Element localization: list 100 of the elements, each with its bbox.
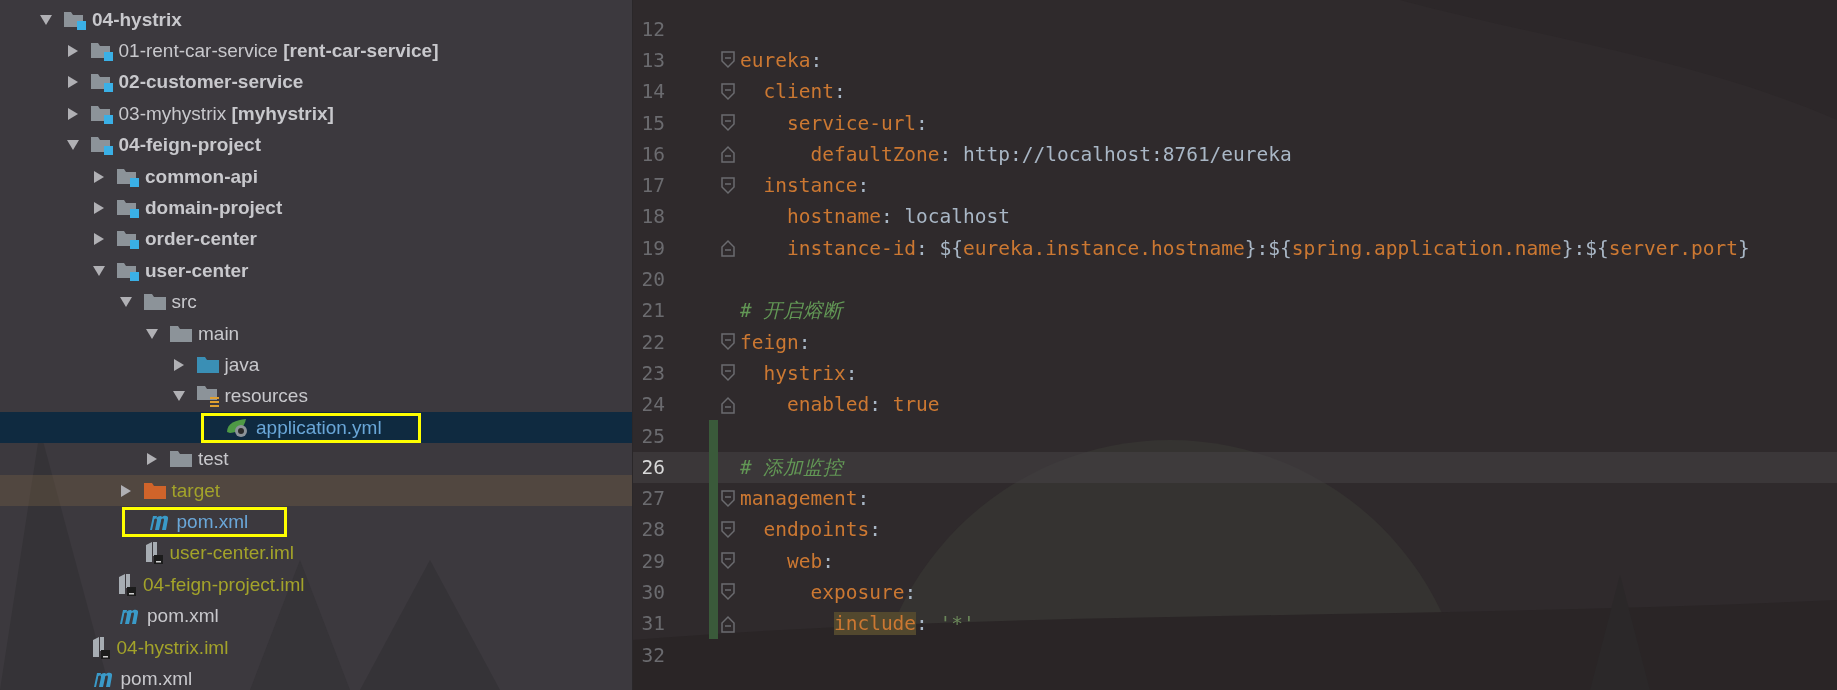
tree-item-label[interactable]: pom.xml: [120, 667, 193, 690]
line-number: 27: [640, 487, 665, 511]
expand-arrow-icon[interactable]: [145, 452, 159, 467]
code-line: client:: [762, 80, 846, 104]
code-line: instance:: [762, 174, 870, 198]
line-number: 28: [640, 518, 665, 542]
tree-item-label[interactable]: pom.xml: [147, 605, 219, 628]
folder-icon: [170, 450, 192, 469]
code-line: enabled: true: [785, 393, 940, 417]
line-number: 22: [640, 330, 665, 354]
fold-icon[interactable]: [721, 51, 735, 70]
tree-item-label[interactable]: domain-project: [145, 197, 283, 220]
fold-icon[interactable]: [721, 520, 735, 539]
tree-item-label[interactable]: user-center: [145, 259, 249, 282]
collapse-arrow-icon[interactable]: [145, 326, 159, 341]
expand-arrow-icon[interactable]: [92, 232, 106, 247]
code-line: service-url:: [785, 111, 928, 135]
line-number: 31: [640, 612, 665, 636]
code-line: feign:: [740, 330, 811, 354]
expand-arrow-icon[interactable]: [92, 201, 106, 216]
unfold-icon[interactable]: [721, 614, 735, 633]
code-line: # 添加监控: [740, 454, 844, 481]
collapse-arrow-icon[interactable]: [92, 263, 106, 278]
line-number: 26: [640, 455, 665, 479]
tree-item-label[interactable]: resources: [224, 385, 308, 408]
tree-item-label[interactable]: java: [224, 354, 260, 376]
tree-item-label[interactable]: 01-rent-car-service [rent-car-service]: [118, 40, 439, 63]
unfold-icon[interactable]: [721, 395, 735, 414]
tree-item-label[interactable]: test: [198, 448, 229, 471]
tree-item-label[interactable]: 03-myhystrix [myhystrix]: [118, 102, 334, 125]
maven-m-icon: [117, 607, 141, 626]
change-marker[interactable]: [709, 420, 718, 452]
code-line: endpoints:: [762, 518, 881, 542]
module-folder-icon: [90, 135, 113, 156]
fold-icon[interactable]: [721, 82, 735, 101]
code-line: exposure:: [809, 581, 917, 604]
code-line: instance-id: ${eureka.instance.hostname}:${spring.application.name}:${server.port}: [785, 236, 1750, 260]
code-line: defaultZone: http://localhost:8761/eureka: [809, 142, 1292, 166]
resources-folder-icon: [196, 385, 219, 408]
folder-icon: [196, 356, 219, 374]
line-number: 20: [640, 268, 665, 291]
line-number: 24: [640, 393, 665, 417]
expand-arrow-icon[interactable]: [65, 106, 80, 121]
fold-icon[interactable]: [721, 114, 735, 133]
tree-item-label[interactable]: 04-hystrix: [92, 8, 182, 31]
fold-icon[interactable]: [721, 489, 735, 508]
module-folder-icon: [90, 72, 113, 93]
module-folder-icon: [117, 229, 139, 250]
line-number: 12: [640, 17, 665, 41]
line-number: 32: [640, 643, 665, 667]
expand-arrow-icon[interactable]: [92, 169, 106, 184]
folder-icon: [143, 293, 166, 312]
fold-icon[interactable]: [721, 364, 735, 383]
tree-item-label[interactable]: 02-customer-service: [118, 71, 304, 94]
tree-item-label[interactable]: pom.xml: [176, 510, 249, 533]
unfold-icon[interactable]: [721, 145, 735, 164]
expand-arrow-icon[interactable]: [65, 44, 80, 59]
tree-item-label[interactable]: order-center: [145, 228, 257, 251]
line-number: 29: [640, 549, 665, 573]
tree-item-label[interactable]: user-center.iml: [169, 542, 295, 565]
tree-item-label[interactable]: src: [171, 291, 197, 314]
line-number: 15: [640, 111, 665, 135]
tree-item-label[interactable]: 04-hystrix.iml: [116, 636, 229, 659]
code-line: # 开启熔断: [740, 298, 844, 325]
change-marker[interactable]: [709, 608, 718, 640]
line-number: 25: [640, 424, 665, 448]
folder-icon: [170, 324, 192, 343]
code-line: hostname: localhost: [785, 205, 1011, 229]
fold-icon[interactable]: [721, 583, 735, 602]
leaf-gear-icon: [226, 417, 250, 438]
line-number: 30: [640, 581, 665, 604]
module-folder-icon: [64, 9, 86, 30]
collapse-arrow-icon[interactable]: [39, 12, 53, 27]
tree-item-label[interactable]: main: [198, 322, 240, 345]
module-folder-icon: [90, 41, 113, 62]
module-folder-icon: [90, 103, 113, 124]
unfold-icon[interactable]: [721, 239, 735, 258]
tree-item-label[interactable]: application.yml: [256, 416, 382, 439]
folder-icon: [143, 481, 166, 500]
expand-arrow-icon[interactable]: [65, 75, 80, 90]
fold-icon[interactable]: [721, 333, 735, 352]
line-number: 16: [640, 142, 665, 166]
line-number: 21: [640, 299, 665, 323]
line-number: 23: [640, 361, 665, 385]
code-line: eureka:: [740, 48, 823, 72]
selected-tree-row[interactable]: application.yml: [0, 412, 632, 444]
fold-icon[interactable]: [721, 552, 735, 571]
line-number: 14: [640, 80, 665, 104]
expand-arrow-icon[interactable]: [118, 483, 133, 498]
code-line: web:: [785, 549, 834, 573]
module-folder-icon: [117, 166, 139, 187]
expand-arrow-icon[interactable]: [171, 358, 186, 372]
line-number: 17: [640, 174, 665, 198]
tree-item-label[interactable]: common-api: [145, 165, 258, 188]
tree-item-label[interactable]: 04-feign-project.iml: [143, 573, 305, 596]
line-number: 13: [640, 48, 665, 72]
tree-item-label[interactable]: 04-feign-project: [118, 134, 262, 157]
fold-icon[interactable]: [721, 176, 735, 195]
file-icon: [143, 542, 164, 565]
file-icon: [90, 636, 111, 659]
